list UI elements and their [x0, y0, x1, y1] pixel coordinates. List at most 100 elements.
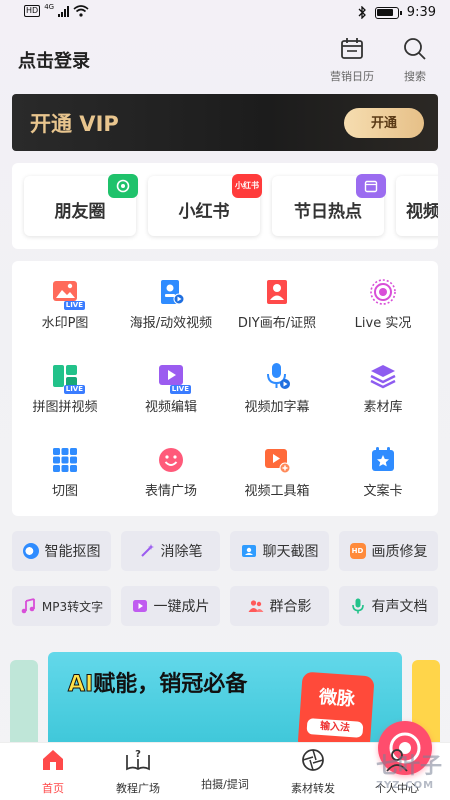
nav-home[interactable]: 首页	[8, 747, 98, 796]
vip-banner[interactable]: 开通 VIP 开通	[12, 94, 438, 151]
collage-live-icon: LIVE	[51, 362, 85, 394]
tool-asset-library[interactable]: 素材库	[330, 362, 436, 415]
chip-label: 消除笔	[160, 544, 203, 560]
chip-eraser[interactable]: 消除笔	[121, 531, 220, 571]
nav-label: 素材转发	[291, 782, 335, 795]
platform-label: 朋友圈	[54, 202, 106, 222]
platform-cards: 朋友圈 小红书 小红书 节日热点 视频	[12, 163, 438, 249]
clock: 9:39	[406, 5, 436, 20]
nav-tutorials[interactable]: ? 教程广场	[93, 747, 183, 796]
chip-label: 群合影	[269, 599, 312, 615]
calendar-label: 营销日历	[330, 70, 374, 83]
platform-card-moments[interactable]: 朋友圈	[24, 174, 138, 236]
nav-shoot-prompter[interactable]: 拍摄/提词	[180, 721, 432, 792]
nav-label: 拍摄/提词	[201, 778, 249, 791]
vip-title: 开通 VIP	[30, 112, 119, 136]
tool-sticker-square[interactable]: 表情广场	[118, 446, 224, 499]
tool-label: 视频编辑	[144, 400, 197, 415]
tool-watermark[interactable]: LIVE 水印P图	[12, 278, 118, 331]
calendar-icon	[341, 38, 363, 59]
search-label: 搜索	[404, 70, 426, 83]
star-card-icon	[369, 446, 397, 474]
mic-subtitle-icon	[263, 362, 291, 390]
nav-label: 教程广场	[116, 782, 160, 795]
music-note-icon	[21, 598, 35, 614]
header: 点击登录 营销日历 搜索	[0, 30, 450, 86]
platform-card-festival[interactable]: 节日热点	[272, 174, 386, 236]
banner-prev-peek[interactable]	[10, 660, 38, 752]
tool-label: 文案卡	[363, 484, 403, 499]
tool-live-photo[interactable]: Live 实况	[330, 278, 436, 331]
grid-cut-icon	[51, 446, 79, 474]
platform-label: 小红书	[178, 202, 230, 222]
weimai-ime-logo: 微脉 输入法	[297, 671, 375, 752]
marketing-calendar-button[interactable]: 营销日历	[327, 36, 377, 84]
tool-copy-card[interactable]: 文案卡	[330, 446, 436, 499]
poster-video-icon	[157, 278, 185, 306]
nav-material-forward[interactable]: 素材转发	[268, 747, 358, 796]
cutout-icon	[22, 543, 39, 559]
tool-cut-image[interactable]: 切图	[12, 446, 118, 499]
vip-open-button[interactable]: 开通	[344, 108, 424, 138]
chip-audio-document[interactable]: 有声文档	[339, 586, 438, 626]
wifi-icon	[73, 5, 89, 17]
chip-quality-repair[interactable]: HD 画质修复	[339, 531, 438, 571]
image-live-icon: LIVE	[51, 278, 85, 310]
tool-diy-canvas[interactable]: DIY画布/证照	[224, 278, 330, 331]
signal-icon	[58, 5, 70, 17]
moments-badge-icon	[108, 174, 138, 198]
banner-slide[interactable]: AI赋能，销冠必备 微脉 输入法	[48, 652, 402, 752]
tool-video-edit[interactable]: LIVE 视频编辑	[118, 362, 224, 415]
hd-repair-icon: HD	[349, 543, 366, 559]
tool-collage[interactable]: LIVE 拼图拼视频	[12, 362, 118, 415]
hd-indicator: HD	[24, 5, 41, 17]
layers-icon	[369, 362, 397, 390]
search-button[interactable]: 搜索	[390, 36, 440, 84]
svg-text:?: ?	[135, 749, 141, 760]
tool-video-subtitle[interactable]: 视频加字幕	[224, 362, 330, 415]
group-people-icon	[248, 600, 263, 612]
search-icon	[404, 38, 426, 60]
tool-label: 水印P图	[41, 316, 89, 331]
tool-label: 切图	[51, 484, 78, 499]
tools-grid: LIVE 水印P图 海报/动效视频 DIY画布/证照 Live 实况 LIVE …	[12, 261, 438, 516]
smile-icon	[157, 446, 185, 474]
tool-video-toolbox[interactable]: 视频工具箱	[224, 446, 330, 499]
tool-label: 素材库	[363, 400, 403, 415]
magic-wand-icon	[140, 544, 154, 557]
chip-smart-cutout[interactable]: 智能抠图	[12, 531, 111, 571]
chip-mp3-to-text[interactable]: MP3转文字	[12, 586, 111, 626]
play-box-icon	[132, 600, 147, 612]
platform-card-video[interactable]: 视频	[396, 176, 438, 236]
chip-chat-screenshot[interactable]: 聊天截图	[230, 531, 329, 571]
video-toolbox-icon	[263, 446, 291, 474]
tool-label: 拼图拼视频	[32, 400, 98, 415]
platform-card-xiaohongshu[interactable]: 小红书 小红书	[148, 174, 262, 236]
home-icon	[43, 750, 63, 770]
chip-label: 一键成片	[153, 599, 210, 615]
tool-label: DIY画布/证照	[237, 316, 317, 331]
festival-badge-icon	[356, 174, 386, 198]
chat-screenshot-icon	[241, 545, 256, 557]
id-photo-icon	[263, 278, 291, 306]
tool-label: Live 实况	[354, 316, 412, 331]
tool-label: 海报/动效视频	[129, 316, 213, 331]
aperture-icon	[302, 749, 324, 771]
platform-label: 节日热点	[294, 202, 362, 222]
login-button[interactable]: 点击登录	[18, 47, 90, 73]
chip-group-photo[interactable]: 群合影	[230, 586, 329, 626]
battery-icon	[374, 6, 402, 19]
book-question-icon: ?	[126, 749, 150, 771]
watermark: 七叶子 7YZ.COM	[375, 754, 442, 791]
tool-poster-video[interactable]: 海报/动效视频	[118, 278, 224, 331]
chip-label: 有声文档	[371, 599, 428, 615]
xiaohongshu-badge: 小红书	[232, 174, 262, 198]
chip-label: 聊天截图	[262, 544, 319, 560]
tool-label: 表情广场	[144, 484, 197, 499]
chip-one-click-video[interactable]: 一键成片	[121, 586, 220, 626]
tool-label: 视频加字幕	[244, 400, 310, 415]
chip-label: MP3转文字	[41, 599, 104, 614]
video-edit-live-icon: LIVE	[157, 362, 191, 394]
bluetooth-icon	[358, 6, 366, 19]
chip-label: 画质修复	[371, 544, 428, 560]
